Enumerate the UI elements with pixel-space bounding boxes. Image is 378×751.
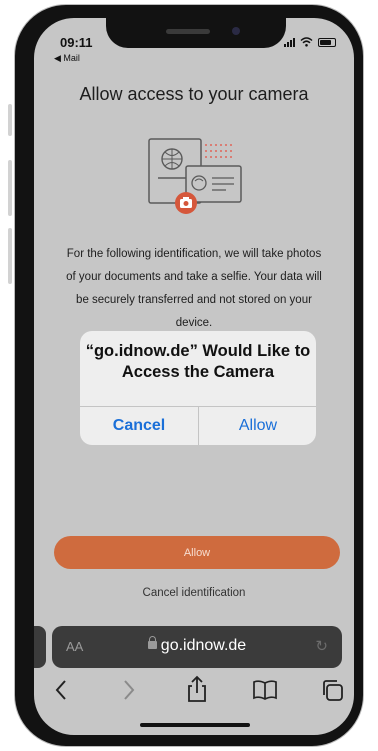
- front-camera: [232, 27, 240, 35]
- mute-switch: [8, 104, 12, 136]
- camera-id-illustration-icon: [148, 138, 242, 214]
- cancel-identification-link[interactable]: Cancel identification: [34, 587, 354, 599]
- url-display[interactable]: go.idnow.de: [52, 636, 342, 655]
- back-icon[interactable]: [54, 679, 68, 701]
- volume-down-button: [8, 228, 12, 284]
- phone-screen: 09:11 ◀ Mail Allow access to your camera…: [34, 18, 354, 735]
- forward-icon[interactable]: [122, 679, 136, 701]
- dialog-allow-button[interactable]: Allow: [199, 407, 316, 445]
- lock-icon: [147, 636, 157, 649]
- allow-button[interactable]: Allow: [54, 536, 340, 569]
- signal-icon: [284, 37, 295, 47]
- page-description: For the following identification, we wil…: [66, 248, 322, 329]
- notch: [106, 18, 286, 48]
- reload-icon[interactable]: ↻: [315, 637, 328, 655]
- home-indicator: [140, 723, 250, 727]
- speaker: [166, 29, 210, 34]
- camera-permission-dialog: “go.idnow.de” Would Like to Access the C…: [80, 331, 316, 445]
- status-icons: [284, 37, 336, 47]
- volume-up-button: [8, 160, 12, 216]
- browser-toolbar: [34, 673, 354, 713]
- share-icon[interactable]: [186, 675, 208, 703]
- back-to-app-link[interactable]: ◀ Mail: [54, 53, 80, 64]
- dialog-cancel-button[interactable]: Cancel: [80, 407, 198, 445]
- status-time: 09:11: [60, 35, 93, 50]
- bookmarks-icon[interactable]: [252, 679, 278, 701]
- url-text: go.idnow.de: [160, 637, 247, 654]
- address-bar[interactable]: AA go.idnow.de ↻: [52, 626, 342, 668]
- dialog-title: “go.idnow.de” Would Like to Access the C…: [85, 342, 311, 381]
- battery-icon: [318, 37, 336, 47]
- tabs-icon[interactable]: [320, 678, 344, 702]
- previous-tab-peek[interactable]: [34, 626, 46, 668]
- page-title: Allow access to your camera: [79, 84, 309, 104]
- wifi-icon: [300, 37, 313, 47]
